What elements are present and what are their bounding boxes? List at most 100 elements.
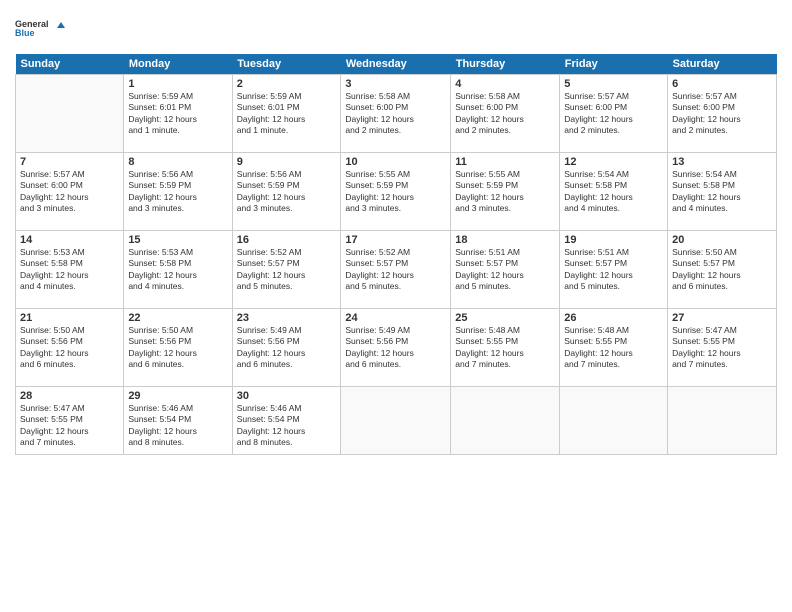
day-number: 20 (672, 234, 772, 246)
calendar-week-row: 1Sunrise: 5:59 AMSunset: 6:01 PMDaylight… (16, 75, 777, 153)
logo-svg: General Blue (15, 10, 65, 46)
calendar-day-cell: 17Sunrise: 5:52 AMSunset: 5:57 PMDayligh… (341, 231, 451, 309)
day-info: Sunrise: 5:53 AMSunset: 5:58 PMDaylight:… (128, 247, 227, 293)
day-info: Sunrise: 5:56 AMSunset: 5:59 PMDaylight:… (128, 169, 227, 215)
calendar-day-cell (341, 387, 451, 455)
calendar-week-row: 21Sunrise: 5:50 AMSunset: 5:56 PMDayligh… (16, 309, 777, 387)
day-number: 6 (672, 78, 772, 90)
day-info: Sunrise: 5:46 AMSunset: 5:54 PMDaylight:… (128, 403, 227, 449)
day-number: 30 (237, 390, 337, 402)
day-info: Sunrise: 5:54 AMSunset: 5:58 PMDaylight:… (564, 169, 663, 215)
day-number: 13 (672, 156, 772, 168)
day-number: 27 (672, 312, 772, 324)
calendar-day-cell: 27Sunrise: 5:47 AMSunset: 5:55 PMDayligh… (668, 309, 777, 387)
day-info: Sunrise: 5:53 AMSunset: 5:58 PMDaylight:… (20, 247, 119, 293)
day-info: Sunrise: 5:51 AMSunset: 5:57 PMDaylight:… (564, 247, 663, 293)
day-number: 4 (455, 78, 555, 90)
calendar-day-header: Wednesday (341, 54, 451, 75)
calendar-day-header: Saturday (668, 54, 777, 75)
calendar-day-cell: 18Sunrise: 5:51 AMSunset: 5:57 PMDayligh… (451, 231, 560, 309)
day-number: 14 (20, 234, 119, 246)
day-info: Sunrise: 5:50 AMSunset: 5:56 PMDaylight:… (20, 325, 119, 371)
day-info: Sunrise: 5:55 AMSunset: 5:59 PMDaylight:… (345, 169, 446, 215)
calendar-day-header: Tuesday (232, 54, 341, 75)
day-info: Sunrise: 5:46 AMSunset: 5:54 PMDaylight:… (237, 403, 337, 449)
calendar-day-cell: 20Sunrise: 5:50 AMSunset: 5:57 PMDayligh… (668, 231, 777, 309)
logo: General Blue (15, 10, 65, 46)
calendar-day-cell (668, 387, 777, 455)
calendar-day-header: Sunday (16, 54, 124, 75)
calendar-day-cell: 5Sunrise: 5:57 AMSunset: 6:00 PMDaylight… (560, 75, 668, 153)
day-number: 9 (237, 156, 337, 168)
calendar-day-cell: 15Sunrise: 5:53 AMSunset: 5:58 PMDayligh… (124, 231, 232, 309)
calendar-day-cell: 25Sunrise: 5:48 AMSunset: 5:55 PMDayligh… (451, 309, 560, 387)
day-info: Sunrise: 5:59 AMSunset: 6:01 PMDaylight:… (128, 91, 227, 137)
calendar-day-cell: 8Sunrise: 5:56 AMSunset: 5:59 PMDaylight… (124, 153, 232, 231)
calendar-day-header: Thursday (451, 54, 560, 75)
day-info: Sunrise: 5:51 AMSunset: 5:57 PMDaylight:… (455, 247, 555, 293)
day-info: Sunrise: 5:50 AMSunset: 5:56 PMDaylight:… (128, 325, 227, 371)
day-info: Sunrise: 5:57 AMSunset: 6:00 PMDaylight:… (564, 91, 663, 137)
day-number: 18 (455, 234, 555, 246)
day-number: 12 (564, 156, 663, 168)
calendar-day-cell: 11Sunrise: 5:55 AMSunset: 5:59 PMDayligh… (451, 153, 560, 231)
day-number: 22 (128, 312, 227, 324)
calendar-day-cell: 14Sunrise: 5:53 AMSunset: 5:58 PMDayligh… (16, 231, 124, 309)
calendar-day-cell: 26Sunrise: 5:48 AMSunset: 5:55 PMDayligh… (560, 309, 668, 387)
day-info: Sunrise: 5:58 AMSunset: 6:00 PMDaylight:… (345, 91, 446, 137)
calendar-day-cell: 9Sunrise: 5:56 AMSunset: 5:59 PMDaylight… (232, 153, 341, 231)
calendar-day-header: Friday (560, 54, 668, 75)
day-number: 2 (237, 78, 337, 90)
day-number: 3 (345, 78, 446, 90)
day-info: Sunrise: 5:52 AMSunset: 5:57 PMDaylight:… (237, 247, 337, 293)
calendar-day-cell: 28Sunrise: 5:47 AMSunset: 5:55 PMDayligh… (16, 387, 124, 455)
calendar-day-cell: 10Sunrise: 5:55 AMSunset: 5:59 PMDayligh… (341, 153, 451, 231)
day-info: Sunrise: 5:50 AMSunset: 5:57 PMDaylight:… (672, 247, 772, 293)
header: General Blue (15, 10, 777, 46)
day-number: 26 (564, 312, 663, 324)
svg-text:General: General (15, 19, 49, 29)
day-number: 25 (455, 312, 555, 324)
day-info: Sunrise: 5:57 AMSunset: 6:00 PMDaylight:… (672, 91, 772, 137)
calendar-week-row: 7Sunrise: 5:57 AMSunset: 6:00 PMDaylight… (16, 153, 777, 231)
day-info: Sunrise: 5:56 AMSunset: 5:59 PMDaylight:… (237, 169, 337, 215)
day-number: 17 (345, 234, 446, 246)
calendar-table: SundayMondayTuesdayWednesdayThursdayFrid… (15, 54, 777, 455)
day-info: Sunrise: 5:49 AMSunset: 5:56 PMDaylight:… (237, 325, 337, 371)
day-info: Sunrise: 5:47 AMSunset: 5:55 PMDaylight:… (20, 403, 119, 449)
calendar-day-cell: 4Sunrise: 5:58 AMSunset: 6:00 PMDaylight… (451, 75, 560, 153)
calendar-header-row: SundayMondayTuesdayWednesdayThursdayFrid… (16, 54, 777, 75)
day-info: Sunrise: 5:57 AMSunset: 6:00 PMDaylight:… (20, 169, 119, 215)
day-info: Sunrise: 5:54 AMSunset: 5:58 PMDaylight:… (672, 169, 772, 215)
calendar-day-cell: 3Sunrise: 5:58 AMSunset: 6:00 PMDaylight… (341, 75, 451, 153)
svg-text:Blue: Blue (15, 28, 35, 38)
day-number: 10 (345, 156, 446, 168)
calendar-week-row: 28Sunrise: 5:47 AMSunset: 5:55 PMDayligh… (16, 387, 777, 455)
calendar-day-cell: 21Sunrise: 5:50 AMSunset: 5:56 PMDayligh… (16, 309, 124, 387)
day-number: 19 (564, 234, 663, 246)
calendar-day-cell: 19Sunrise: 5:51 AMSunset: 5:57 PMDayligh… (560, 231, 668, 309)
day-info: Sunrise: 5:52 AMSunset: 5:57 PMDaylight:… (345, 247, 446, 293)
day-info: Sunrise: 5:59 AMSunset: 6:01 PMDaylight:… (237, 91, 337, 137)
day-info: Sunrise: 5:47 AMSunset: 5:55 PMDaylight:… (672, 325, 772, 371)
calendar-week-row: 14Sunrise: 5:53 AMSunset: 5:58 PMDayligh… (16, 231, 777, 309)
calendar-day-cell: 6Sunrise: 5:57 AMSunset: 6:00 PMDaylight… (668, 75, 777, 153)
day-info: Sunrise: 5:48 AMSunset: 5:55 PMDaylight:… (564, 325, 663, 371)
calendar-day-cell: 7Sunrise: 5:57 AMSunset: 6:00 PMDaylight… (16, 153, 124, 231)
calendar-day-cell: 23Sunrise: 5:49 AMSunset: 5:56 PMDayligh… (232, 309, 341, 387)
calendar-day-cell: 22Sunrise: 5:50 AMSunset: 5:56 PMDayligh… (124, 309, 232, 387)
day-number: 8 (128, 156, 227, 168)
day-number: 11 (455, 156, 555, 168)
calendar-day-cell: 16Sunrise: 5:52 AMSunset: 5:57 PMDayligh… (232, 231, 341, 309)
day-number: 28 (20, 390, 119, 402)
calendar-day-cell: 12Sunrise: 5:54 AMSunset: 5:58 PMDayligh… (560, 153, 668, 231)
calendar-day-cell: 30Sunrise: 5:46 AMSunset: 5:54 PMDayligh… (232, 387, 341, 455)
day-info: Sunrise: 5:49 AMSunset: 5:56 PMDaylight:… (345, 325, 446, 371)
day-number: 21 (20, 312, 119, 324)
day-info: Sunrise: 5:55 AMSunset: 5:59 PMDaylight:… (455, 169, 555, 215)
day-number: 23 (237, 312, 337, 324)
calendar-day-cell (16, 75, 124, 153)
day-info: Sunrise: 5:58 AMSunset: 6:00 PMDaylight:… (455, 91, 555, 137)
day-info: Sunrise: 5:48 AMSunset: 5:55 PMDaylight:… (455, 325, 555, 371)
calendar-day-cell: 13Sunrise: 5:54 AMSunset: 5:58 PMDayligh… (668, 153, 777, 231)
